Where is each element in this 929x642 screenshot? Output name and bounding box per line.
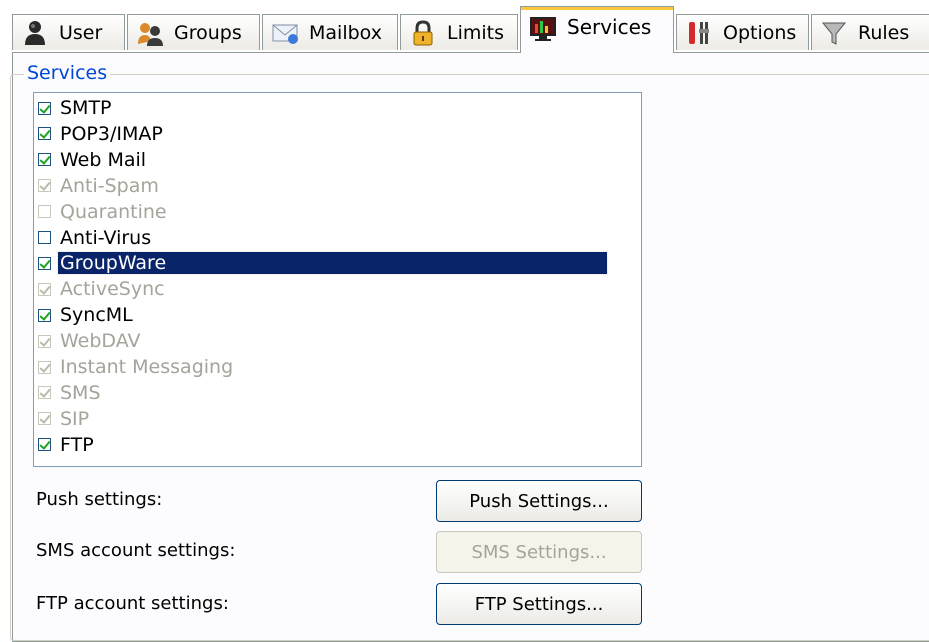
service-item[interactable]: ActiveSync	[38, 277, 167, 301]
service-label: FTP	[60, 433, 94, 456]
checkmark-icon	[39, 360, 51, 373]
service-label: Instant Messaging	[60, 356, 234, 378]
checkmark-icon	[39, 127, 51, 140]
service-item[interactable]: POP3/IMAP	[38, 122, 165, 146]
service-item[interactable]: SMTP	[38, 96, 114, 120]
checkmark-icon	[39, 412, 51, 425]
user-icon	[21, 19, 49, 47]
service-checkbox	[38, 205, 51, 219]
checkmark-icon	[39, 334, 51, 347]
service-item[interactable]: WebDAV	[38, 329, 143, 353]
checkmark-icon	[39, 308, 51, 321]
lock-icon	[409, 19, 437, 47]
tab-groups-label: Groups	[174, 21, 242, 44]
service-checkbox[interactable]	[38, 438, 51, 452]
service-label: Anti-Spam	[60, 174, 159, 197]
service-label: Web Mail	[60, 148, 147, 171]
ftp-settings-button[interactable]: FTP Settings...	[436, 583, 642, 625]
service-item[interactable]: SyncML	[38, 303, 135, 327]
tab-user-label: User	[59, 21, 103, 44]
services-group-title: Services	[24, 62, 111, 84]
sms-settings-button[interactable]: SMS Settings...	[436, 531, 642, 573]
service-label: SIP	[60, 407, 90, 430]
service-checkbox[interactable]	[38, 101, 51, 115]
service-label: SMTP	[60, 97, 112, 119]
service-item[interactable]: Anti-Virus	[38, 226, 153, 250]
checkmark-icon	[39, 438, 51, 450]
service-checkbox[interactable]	[38, 127, 51, 141]
service-item[interactable]: Quarantine	[38, 200, 169, 224]
tab-limits[interactable]: Limits	[400, 14, 518, 50]
service-checkbox[interactable]	[38, 308, 51, 322]
tools-icon	[685, 19, 713, 47]
service-label: SyncML	[60, 304, 133, 327]
service-item[interactable]: GroupWare	[38, 251, 608, 276]
checkmark-icon	[39, 179, 51, 191]
service-item[interactable]: SMS	[38, 381, 103, 405]
service-checkbox[interactable]	[38, 256, 51, 270]
service-item[interactable]: Web Mail	[38, 148, 148, 172]
service-checkbox	[38, 360, 51, 374]
service-label: SMS	[60, 381, 101, 404]
push-settings-label: Push settings:	[36, 489, 163, 510]
service-label: GroupWare	[57, 251, 608, 276]
checkmark-icon	[39, 257, 51, 269]
tab-services[interactable]: Services	[520, 6, 674, 53]
checkmark-icon	[39, 101, 51, 114]
tab-options-label: Options	[723, 21, 797, 44]
tab-options[interactable]: Options	[676, 14, 809, 50]
service-label: POP3/IMAP	[60, 122, 163, 145]
monitor-icon	[529, 15, 557, 43]
service-item[interactable]: Anti-Spam	[38, 174, 161, 198]
push-settings-button[interactable]: Push Settings...	[436, 480, 642, 522]
service-item[interactable]: FTP	[38, 433, 96, 457]
service-label: Quarantine	[60, 200, 167, 223]
tab-strip: User Groups Mailbox Limits Services Opti…	[0, 0, 929, 53]
service-checkbox[interactable]	[38, 231, 51, 244]
service-label: Anti-Virus	[60, 226, 152, 249]
services-checklist[interactable]: SMTP POP3/IMAP Web Mail Anti-Spam Quarantine…	[33, 92, 642, 467]
tab-limits-label: Limits	[447, 21, 504, 44]
checkmark-icon	[39, 386, 51, 399]
tab-rules[interactable]: Rules	[811, 14, 929, 50]
checkmark-icon	[39, 283, 51, 295]
tab-groups[interactable]: Groups	[127, 14, 260, 50]
groups-icon	[136, 19, 164, 47]
service-checkbox	[38, 334, 51, 348]
service-checkbox[interactable]	[38, 153, 51, 167]
tab-mailbox[interactable]: Mailbox	[262, 14, 398, 50]
sms-account-settings-label: SMS account settings:	[36, 540, 236, 561]
service-checkbox	[38, 386, 51, 400]
tab-mailbox-label: Mailbox	[309, 21, 382, 44]
service-label: ActiveSync	[60, 278, 165, 301]
service-item[interactable]: SIP	[38, 407, 91, 431]
tab-user[interactable]: User	[12, 14, 125, 50]
mailbox-icon	[271, 19, 299, 47]
ftp-account-settings-label: FTP account settings:	[36, 593, 229, 614]
tab-services-label: Services	[567, 15, 652, 39]
checkmark-icon	[39, 153, 51, 166]
service-label: WebDAV	[60, 330, 141, 353]
service-item[interactable]: Instant Messaging	[38, 355, 235, 379]
filter-icon	[820, 19, 848, 47]
service-checkbox	[38, 412, 51, 426]
service-checkbox	[38, 282, 51, 296]
tab-rules-label: Rules	[858, 21, 910, 44]
service-checkbox	[38, 179, 51, 193]
